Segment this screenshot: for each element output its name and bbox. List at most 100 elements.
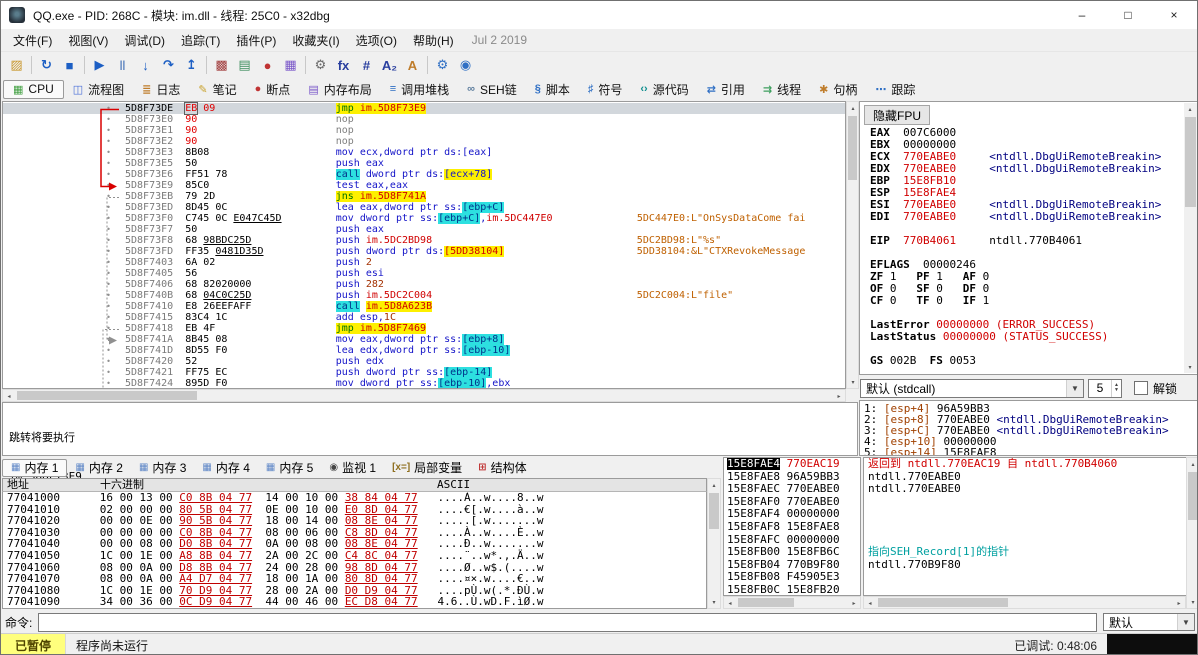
scrollbar-thumb[interactable] — [1185, 117, 1196, 207]
scrollbar-thumb[interactable] — [17, 391, 197, 400]
maximize-button[interactable]: □ — [1105, 1, 1151, 29]
breakpoint-dot[interactable]: • — [3, 224, 121, 235]
disasm-row[interactable]: •5D8F73E6 FF51 78 call dword ptr ds:[ecx… — [3, 169, 845, 180]
disasm-row[interactable]: •5D8F740B 68 04C0C25D push im.5DC2C004 5… — [3, 290, 845, 301]
breakpoint-dot[interactable]: • — [3, 378, 121, 389]
disasm-row[interactable]: •5D8F7415 83C4 1C add esp,1C — [3, 312, 845, 323]
scroll-up-icon[interactable]: ▴ — [1187, 458, 1198, 470]
breakpoints-icon[interactable]: ● — [256, 54, 279, 76]
tab-symbols[interactable]: ♯符号 — [579, 80, 632, 99]
run-icon[interactable]: ▶ — [88, 54, 111, 76]
stack-hscrollbar[interactable]: ◂ ▸ — [723, 596, 861, 609]
breakpoint-dot[interactable]: • — [3, 290, 121, 301]
scrollbar-thumb[interactable] — [848, 116, 857, 180]
breakpoint-dot[interactable]: • — [3, 125, 121, 136]
tab-cpu[interactable]: ▦CPU — [3, 80, 64, 99]
breakpoint-dot[interactable]: • — [3, 191, 121, 202]
disasm-row[interactable]: •5D8F73ED 8D45 0C lea eax,dword ptr ss:[… — [3, 202, 845, 213]
stack-comment-row[interactable] — [868, 571, 1186, 584]
breakpoint-dot[interactable]: • — [3, 257, 121, 268]
scroll-left-icon[interactable]: ◂ — [3, 390, 15, 402]
scroll-down-icon[interactable]: ▾ — [708, 596, 720, 608]
scroll-left-icon[interactable]: ◂ — [864, 597, 876, 609]
settings-icon[interactable]: ⚙ — [309, 54, 332, 76]
scrollbar-thumb[interactable] — [738, 598, 794, 607]
menu-plugins[interactable]: 插件(P) — [228, 30, 284, 51]
breakpoint-dot[interactable]: • — [3, 158, 121, 169]
scroll-up-icon[interactable]: ▴ — [708, 479, 720, 491]
breakpoint-dot[interactable]: • — [3, 301, 121, 312]
breakpoint-dot[interactable]: • — [3, 103, 121, 114]
tab-script[interactable]: §脚本 — [526, 80, 579, 99]
menu-view[interactable]: 视图(V) — [60, 30, 116, 51]
patches-icon[interactable]: ▩ — [210, 54, 233, 76]
spinner-arrows-icon[interactable]: ▲▼ — [1111, 380, 1121, 397]
tab-watch-1[interactable]: ◉监视 1 — [321, 459, 384, 477]
tab-dump-4[interactable]: ▦内存 4 — [194, 459, 257, 477]
breakpoint-dot[interactable]: • — [3, 312, 121, 323]
disasm-hscrollbar[interactable]: ◂ ▸ — [2, 389, 846, 402]
pause-icon[interactable]: ‖ — [111, 54, 134, 76]
menu-file[interactable]: 文件(F) — [5, 30, 60, 51]
disasm-row[interactable]: •5D8F7403 6A 02 push 2 — [3, 257, 845, 268]
disasm-row[interactable]: •5D8F741D 8D55 F0 lea edx,dword ptr ss:[… — [3, 345, 845, 356]
scrollbar-thumb[interactable] — [1188, 472, 1197, 520]
scroll-down-icon[interactable]: ▾ — [1187, 596, 1198, 608]
highlighting-icon[interactable]: A — [401, 54, 424, 76]
menu-options[interactable]: 选项(O) — [348, 30, 405, 51]
hide-fpu-button[interactable]: 隐藏FPU — [864, 105, 930, 125]
comments-hscrollbar[interactable]: ◂ ▸ — [863, 596, 1186, 609]
unlock-checkbox[interactable] — [1134, 381, 1148, 395]
minimize-button[interactable]: – — [1059, 1, 1105, 29]
disasm-row[interactable]: •5D8F73E2 90 nop — [3, 136, 845, 147]
disasm-row[interactable]: •5D8F73E1 90 nop — [3, 125, 845, 136]
tab-dump-3[interactable]: ▦内存 3 — [131, 459, 194, 477]
stack-comment-row[interactable]: ntdll.770EABE0 — [868, 483, 1186, 496]
tab-struct[interactable]: ⊞结构体 — [470, 459, 534, 477]
breakpoint-dot[interactable]: • — [3, 202, 121, 213]
register-line[interactable]: EIP 770B4061 ntdll.770B4061 — [870, 235, 1161, 247]
breakpoint-dot[interactable]: • — [3, 136, 121, 147]
tab-threads[interactable]: ⇉线程 — [754, 80, 810, 99]
tab-references[interactable]: ⇄引用 — [698, 80, 754, 99]
breakpoint-dot[interactable]: • — [3, 180, 121, 191]
disasm-row[interactable]: •5D8F741A 8B45 08 mov eax,dword ptr ss:[… — [3, 334, 845, 345]
scrollbar-track[interactable] — [708, 491, 720, 596]
stack-comment-row[interactable] — [868, 521, 1186, 534]
tab-notes[interactable]: ✎笔记 — [189, 80, 245, 99]
tab-dump-2[interactable]: ▦内存 2 — [67, 459, 130, 477]
scrollbar-thumb[interactable] — [709, 493, 719, 529]
hash-icon[interactable]: # — [355, 54, 378, 76]
tab-locals[interactable]: [x=]局部变量 — [384, 459, 470, 477]
scroll-right-icon[interactable]: ▸ — [833, 390, 845, 402]
disasm-row[interactable]: •5D8F73EB 79 2D jns im.5D8F741A — [3, 191, 845, 202]
breakpoint-dot[interactable]: • — [3, 367, 121, 378]
breakpoint-dot[interactable]: • — [3, 279, 121, 290]
menu-trace[interactable]: 追踪(T) — [173, 30, 228, 51]
scrollbar-track[interactable] — [1184, 115, 1197, 361]
stack-comment-row[interactable]: ntdll.770B9F80 — [868, 559, 1186, 572]
scrollbar-track[interactable] — [1187, 470, 1198, 596]
argument-row[interactable]: 5: [esp+14] 15E8FAE8 — [864, 447, 1194, 456]
scroll-up-icon[interactable]: ▴ — [847, 102, 859, 114]
dump-vscrollbar[interactable]: ▴ ▾ — [707, 478, 721, 609]
assemble-icon[interactable]: A₂ — [378, 54, 401, 76]
menu-help[interactable]: 帮助(H) — [405, 30, 462, 51]
breakpoint-dot[interactable]: • — [3, 235, 121, 246]
disasm-row[interactable]: •5D8F73E3 8B08 mov ecx,dword ptr ds:[eax… — [3, 147, 845, 158]
calling-convention-select[interactable]: 默认 (stdcall) ▼ — [860, 379, 1084, 398]
disasm-vscrollbar[interactable]: ▴ ▾ — [846, 101, 859, 389]
scrollbar-thumb[interactable] — [878, 598, 1008, 607]
bottom-right-vscrollbar[interactable]: ▴ ▾ — [1186, 457, 1198, 609]
disasm-row[interactable]: •5D8F73E0 90 nop — [3, 114, 845, 125]
stack-comment-row[interactable] — [868, 496, 1186, 509]
breakpoint-dot[interactable]: • — [3, 323, 121, 334]
tab-trace[interactable]: ⋯跟踪 — [866, 80, 924, 99]
scrollbar-track[interactable] — [847, 114, 858, 376]
disasm-row[interactable]: •5D8F73E5 50 push eax — [3, 158, 845, 169]
register-line[interactable]: CF 0 TF 0 IF 1 — [870, 295, 1161, 307]
stack-comment-row[interactable] — [868, 584, 1186, 596]
disasm-row[interactable]: •5D8F73F8 68 98BDC25D push im.5DC2BD98 5… — [3, 235, 845, 246]
disasm-row[interactable]: •5D8F7405 56 push esi — [3, 268, 845, 279]
menu-debug[interactable]: 调试(D) — [116, 30, 173, 51]
